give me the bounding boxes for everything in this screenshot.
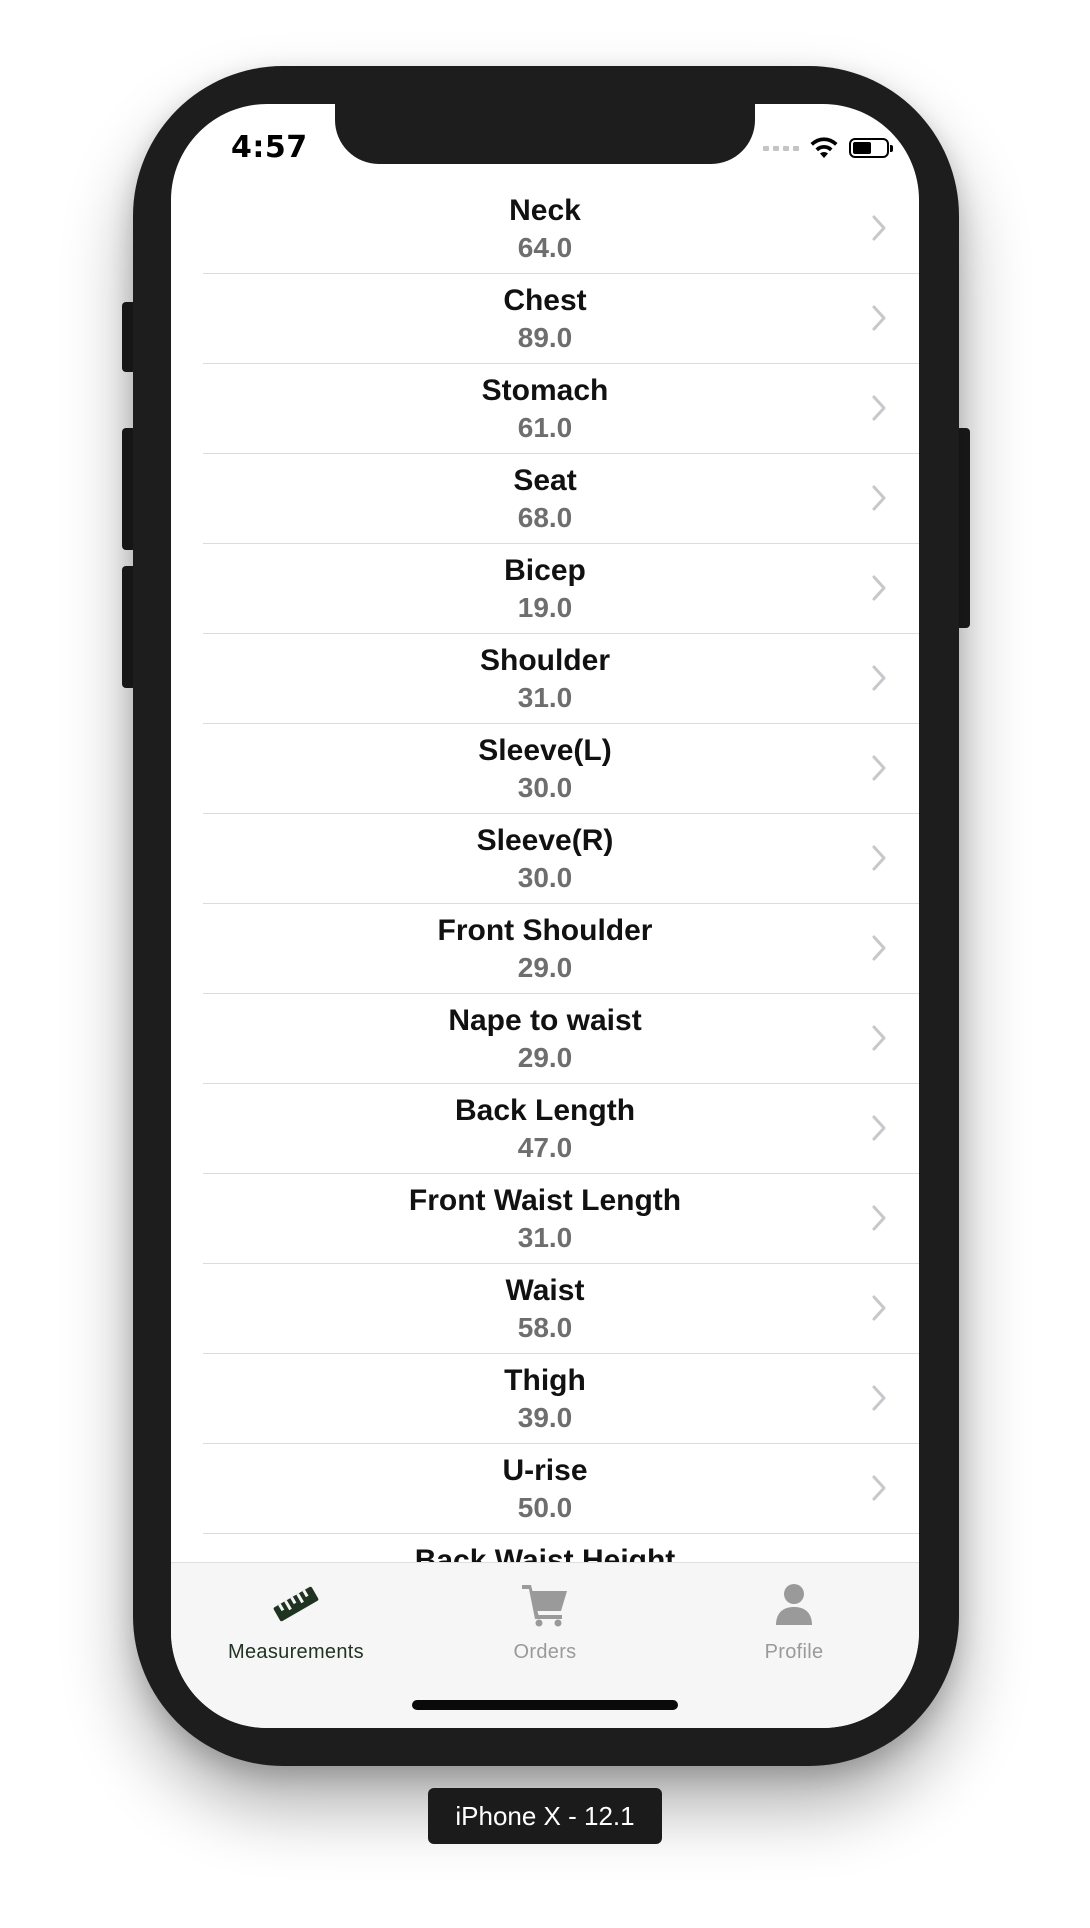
notch xyxy=(335,104,755,164)
measurement-value: 58.0 xyxy=(517,1312,573,1343)
tab-profile[interactable]: Profile xyxy=(669,1563,919,1673)
wifi-icon xyxy=(810,137,838,158)
list-item[interactable]: Bicep 19.0 xyxy=(203,544,919,634)
measurement-name: Front Shoulder xyxy=(437,914,653,947)
measurement-value: 31.0 xyxy=(517,1222,573,1253)
home-indicator[interactable] xyxy=(412,1700,678,1710)
tab-label: Profile xyxy=(764,1641,824,1663)
device-label: iPhone X - 12.1 xyxy=(428,1788,662,1844)
measurement-name: Back Length xyxy=(454,1094,636,1127)
chevron-right-icon xyxy=(872,395,886,421)
list-item[interactable]: Neck 64.0 xyxy=(203,184,919,274)
measurement-value: 68.0 xyxy=(517,502,573,533)
measurement-value: 50.0 xyxy=(517,1492,573,1523)
measurement-name: Stomach xyxy=(481,374,609,407)
measurement-value: 61.0 xyxy=(517,412,573,443)
measurement-value: 39.0 xyxy=(517,1402,573,1433)
measurement-name: Neck xyxy=(509,194,581,227)
measurement-value: 19.0 xyxy=(517,592,573,623)
list-item[interactable]: Chest 89.0 xyxy=(203,274,919,364)
battery-icon xyxy=(849,138,893,158)
chevron-right-icon xyxy=(872,935,886,961)
list-item[interactable]: Nape to waist 29.0 xyxy=(203,994,919,1084)
measurement-value: 47.0 xyxy=(517,1132,573,1163)
person-icon xyxy=(776,1584,812,1625)
list-item[interactable]: Shoulder 31.0 xyxy=(203,634,919,724)
tab-orders[interactable]: Orders xyxy=(420,1563,670,1673)
measurement-name: Nape to waist xyxy=(448,1004,642,1037)
chevron-right-icon xyxy=(872,1115,886,1141)
status-time: 4:57 xyxy=(231,130,308,165)
chevron-right-icon xyxy=(872,575,886,601)
chevron-right-icon xyxy=(872,1295,886,1321)
status-icons xyxy=(763,134,893,162)
chevron-right-icon xyxy=(872,1205,886,1231)
measurement-value: 31.0 xyxy=(517,682,573,713)
chevron-right-icon xyxy=(872,485,886,511)
tab-label: Measurements xyxy=(228,1641,364,1663)
measurement-value: 29.0 xyxy=(517,1042,573,1073)
measurement-name: Sleeve(R) xyxy=(476,824,614,857)
measurement-name: U-rise xyxy=(502,1454,588,1487)
measurement-name: Thigh xyxy=(504,1364,586,1397)
measurement-value: 30.0 xyxy=(517,862,573,893)
ruler-icon xyxy=(273,1586,319,1622)
list-item[interactable]: Thigh 39.0 xyxy=(203,1354,919,1444)
device-screen: 4:57 Neck 64.0 Chest 89.0 Stomach 61.0 Seat 68.… xyxy=(171,104,919,1728)
cart-icon xyxy=(522,1585,567,1627)
measurement-value: 29.0 xyxy=(517,952,573,983)
list-item[interactable]: Front Shoulder 29.0 xyxy=(203,904,919,994)
chevron-right-icon xyxy=(872,665,886,691)
measurement-name: Sleeve(L) xyxy=(478,734,612,767)
battery-level xyxy=(853,142,871,154)
measurement-name: Chest xyxy=(503,284,587,317)
chevron-right-icon xyxy=(872,305,886,331)
simulator-stage: 4:57 Neck 64.0 Chest 89.0 Stomach 61.0 Seat 68.… xyxy=(0,0,1090,1928)
cellular-dots-icon xyxy=(763,145,799,151)
list-item[interactable]: Seat 68.0 xyxy=(203,454,919,544)
list-item[interactable]: Front Waist Length 31.0 xyxy=(203,1174,919,1264)
measurement-name: Shoulder xyxy=(479,644,610,677)
chevron-right-icon xyxy=(872,845,886,871)
measurement-name: Bicep xyxy=(504,554,586,587)
list-item[interactable]: Waist 58.0 xyxy=(203,1264,919,1354)
measurements-list[interactable]: Neck 64.0 Chest 89.0 Stomach 61.0 Seat 68.0 Bice… xyxy=(171,184,919,1664)
tab-label: Orders xyxy=(513,1641,577,1663)
list-item[interactable]: Stomach 61.0 xyxy=(203,364,919,454)
list-item[interactable]: Sleeve(R) 30.0 xyxy=(203,814,919,904)
measurement-name: Front Waist Length xyxy=(408,1184,682,1217)
measurement-value: 30.0 xyxy=(517,772,573,803)
measurement-name: Waist xyxy=(505,1274,585,1307)
chevron-right-icon xyxy=(872,755,886,781)
chevron-right-icon xyxy=(872,215,886,241)
measurement-value: 89.0 xyxy=(517,322,573,353)
list-item[interactable]: Back Length 47.0 xyxy=(203,1084,919,1174)
chevron-right-icon xyxy=(872,1385,886,1411)
chevron-right-icon xyxy=(872,1475,886,1501)
tab-measurements[interactable]: Measurements xyxy=(171,1563,421,1673)
list-item[interactable]: U-rise 50.0 xyxy=(203,1444,919,1534)
list-item[interactable]: Sleeve(L) 30.0 xyxy=(203,724,919,814)
measurement-value: 64.0 xyxy=(517,232,573,263)
measurement-name: Seat xyxy=(513,464,577,497)
chevron-right-icon xyxy=(872,1025,886,1051)
